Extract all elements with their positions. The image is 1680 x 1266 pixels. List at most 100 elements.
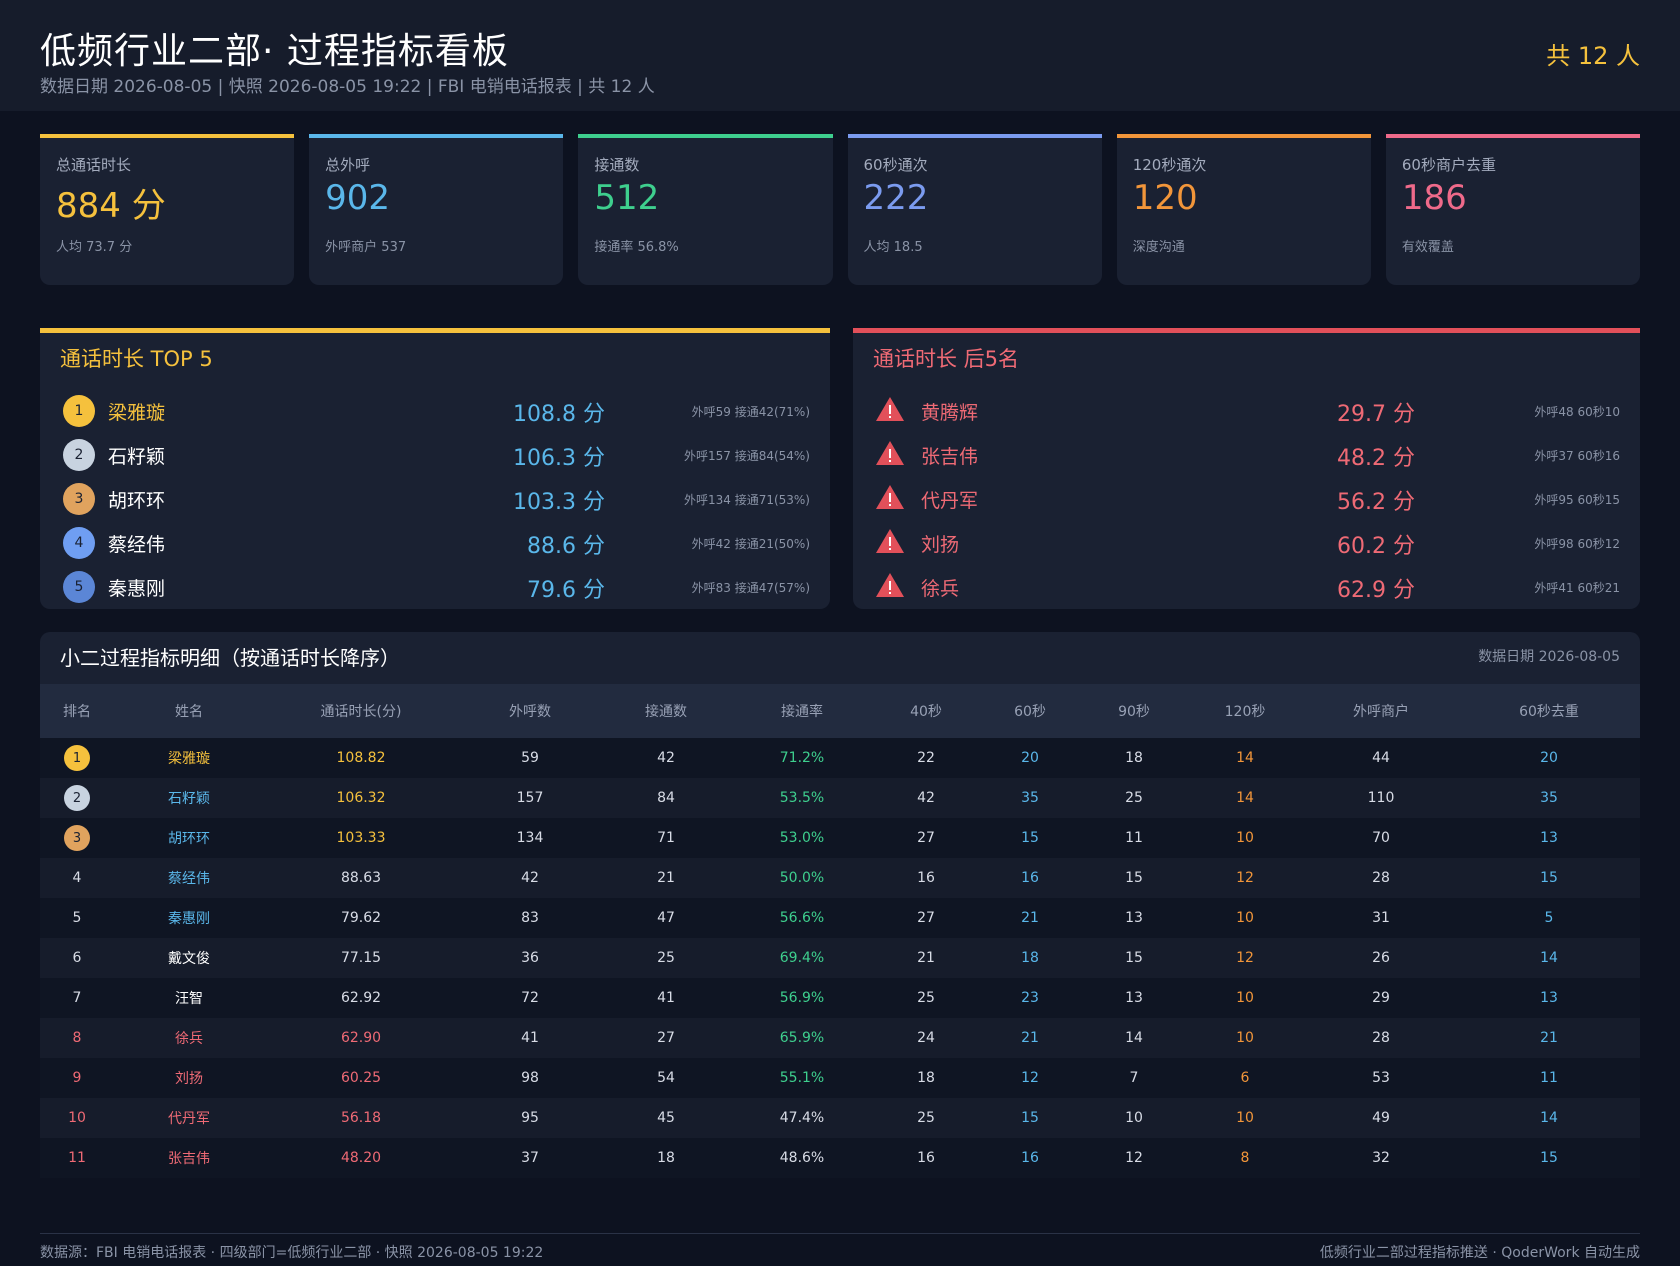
top5-row: 5 秦惠刚 79.6 分 外呼83 接通47(57%)	[60, 569, 810, 605]
rank-detail: 外呼83 接通47(57%)	[691, 581, 810, 595]
rank-badge: 3	[63, 483, 95, 515]
table-row: 5 秦惠刚 79.62 83 47 56.6% 27 21 13 10 31 5	[40, 898, 1640, 938]
rank-detail: 外呼37 60秒16	[1534, 449, 1620, 463]
rank-detail: 外呼48 60秒10	[1534, 405, 1620, 419]
calls-cell: 36	[521, 950, 539, 966]
top5-row: 4 蔡经伟 88.6 分 外呼42 接通21(50%)	[60, 525, 810, 561]
top5-row: 2 石籽颖 106.3 分 外呼157 接通84(54%)	[60, 437, 810, 473]
rank-badge: 2	[63, 439, 95, 471]
s90-cell: 13	[1125, 990, 1143, 1006]
table-header-row: 排名 姓名 通话时长(分) 外呼数 接通数 接通率 40秒 60秒 90秒 120秒 外呼商户 60秒…	[40, 684, 1640, 738]
dedup-cell: 20	[1540, 750, 1558, 766]
s40-cell: 25	[917, 1110, 935, 1126]
rank-value: 103.3 分	[513, 490, 605, 515]
name-cell: 张吉伟	[168, 1151, 210, 1167]
conn-cell: 27	[657, 1030, 675, 1046]
s60-cell: 15	[1021, 830, 1039, 846]
name-cell: 汪智	[175, 991, 203, 1007]
warning-icon	[876, 573, 904, 597]
rank-value: 62.9 分	[1337, 578, 1415, 603]
top5-row: 3 胡环环 103.3 分 外呼134 接通71(53%)	[60, 481, 810, 517]
warning-icon	[876, 441, 904, 465]
s60-cell: 12	[1021, 1070, 1039, 1086]
bottom5-row: 代丹军 56.2 分 外呼95 60秒15	[873, 481, 1620, 517]
table-row: 2 石籽颖 106.32 157 84 53.5% 42 35 25 14 110 35	[40, 778, 1640, 818]
s40-cell: 16	[917, 870, 935, 886]
dedup-cell: 21	[1540, 1030, 1558, 1046]
kpi-card: 接通数 512 接通率 56.8%	[578, 134, 833, 285]
conn-cell: 41	[657, 990, 675, 1006]
s40-cell: 21	[917, 950, 935, 966]
column-header: 接通率	[781, 704, 823, 720]
rank-name: 黄腾辉	[921, 402, 979, 424]
dedup-cell: 5	[1544, 910, 1554, 926]
header: 低频行业二部· 过程指标看板 数据日期 2026-08-05 | 快照 2026…	[0, 0, 1680, 111]
rank-cell: 4	[72, 870, 82, 886]
s60-cell: 21	[1021, 910, 1039, 926]
s90-cell: 11	[1125, 830, 1143, 846]
rate-cell: 56.9%	[779, 990, 825, 1006]
conn-cell: 18	[657, 1150, 675, 1166]
s60-cell: 20	[1021, 750, 1039, 766]
column-header: 60秒去重	[1519, 704, 1579, 720]
dur-cell: 106.32	[336, 790, 386, 806]
kpi-value: 222	[863, 178, 929, 218]
kpi-value: 186	[1401, 178, 1467, 218]
bottom5-row: 刘扬 60.2 分 外呼98 60秒12	[873, 525, 1620, 561]
calls-cell: 95	[521, 1110, 539, 1126]
calls-cell: 37	[521, 1150, 539, 1166]
s40-cell: 42	[917, 790, 935, 806]
column-header: 90秒	[1118, 704, 1150, 720]
dur-cell: 77.15	[340, 950, 382, 966]
column-header: 120秒	[1224, 704, 1266, 720]
calls-cell: 134	[516, 830, 544, 846]
kpi-card: 60秒通次 222 人均 18.5	[847, 134, 1102, 285]
dur-cell: 79.62	[340, 910, 382, 926]
s40-cell: 16	[917, 1150, 935, 1166]
merch-cell: 44	[1372, 750, 1390, 766]
rate-cell: 71.2%	[779, 750, 825, 766]
s120-cell: 12	[1236, 950, 1254, 966]
rank-name: 蔡经伟	[108, 534, 166, 556]
dedup-cell: 14	[1540, 1110, 1558, 1126]
bottom5-title: 通话时长 后5名	[873, 347, 1020, 371]
rate-cell: 48.6%	[779, 1150, 825, 1166]
kpi-label: 接通数	[594, 156, 640, 174]
s120-cell: 10	[1236, 1110, 1254, 1126]
table-date: 数据日期 2026-08-05	[1478, 649, 1620, 665]
bottom5-row: 张吉伟 48.2 分 外呼37 60秒16	[873, 437, 1620, 473]
footer-divider	[40, 1233, 1640, 1234]
rate-cell: 47.4%	[779, 1110, 825, 1126]
table-title: 小二过程指标明细（按通话时长降序）	[60, 646, 400, 670]
s120-cell: 10	[1236, 910, 1254, 926]
rank-name: 代丹军	[921, 490, 979, 512]
kpi-value: 120	[1132, 178, 1198, 218]
rank-badge: 2	[64, 785, 90, 811]
s40-cell: 22	[917, 750, 935, 766]
rank-cell: 2	[40, 778, 114, 818]
merch-cell: 32	[1372, 1150, 1390, 1166]
table-row: 9 刘扬 60.25 98 54 55.1% 18 12 7 6 53 11	[40, 1058, 1640, 1098]
name-cell: 梁雅璇	[168, 751, 210, 767]
rate-cell: 50.0%	[779, 870, 825, 886]
calls-cell: 42	[521, 870, 539, 886]
warning-icon	[876, 485, 904, 509]
s60-cell: 16	[1021, 1150, 1039, 1166]
name-cell: 代丹军	[168, 1111, 210, 1127]
conn-cell: 21	[657, 870, 675, 886]
name-cell: 胡环环	[168, 831, 210, 847]
table-row: 4 蔡经伟 88.63 42 21 50.0% 16 16 15 12 28 15	[40, 858, 1640, 898]
column-header: 外呼商户	[1353, 704, 1409, 720]
dur-cell: 88.63	[340, 870, 382, 886]
rate-cell: 55.1%	[779, 1070, 825, 1086]
detail-table: 排名 姓名 通话时长(分) 外呼数 接通数 接通率 40秒 60秒 90秒 120秒 外呼商户 60秒…	[40, 684, 1640, 1178]
kpi-row: 总通话时长 884 分人均 73.7 分总外呼 902 外呼商户 537 接通数 512 接…	[40, 134, 1641, 285]
merch-cell: 53	[1372, 1070, 1390, 1086]
column-header: 接通数	[645, 704, 687, 720]
column-header: 外呼数	[509, 704, 551, 720]
kpi-card: 总通话时长 884 分人均 73.7 分	[40, 134, 295, 285]
s40-cell: 27	[917, 830, 935, 846]
column-header: 排名	[63, 704, 91, 720]
rank-name: 刘扬	[921, 534, 960, 556]
s120-cell: 12	[1236, 870, 1254, 886]
